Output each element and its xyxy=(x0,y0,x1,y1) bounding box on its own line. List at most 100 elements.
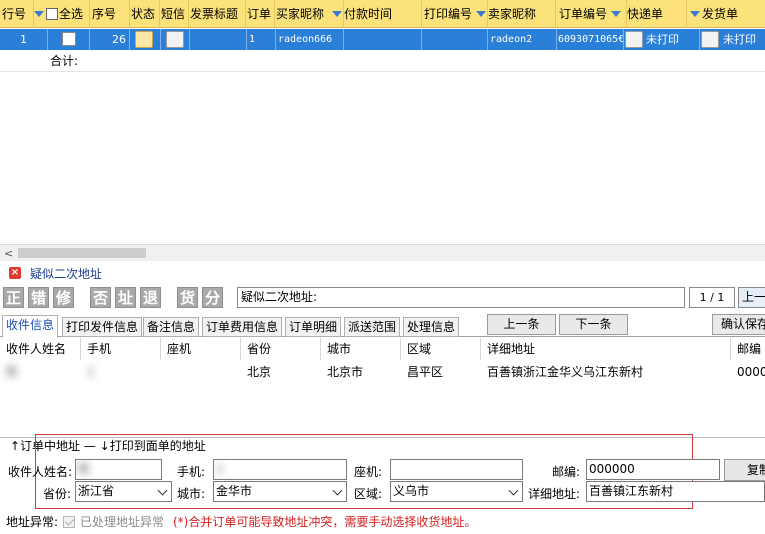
tab-receiver-info[interactable]: 收件信息 xyxy=(2,315,59,338)
col-order-no[interactable]: 订单编号 xyxy=(557,0,627,28)
status-button[interactable] xyxy=(135,31,153,48)
ship-print-button[interactable] xyxy=(701,31,719,48)
col-seq[interactable]: 序号 xyxy=(92,0,130,28)
col-express[interactable]: 快递单 xyxy=(627,0,687,28)
cell-express[interactable]: 未打印 xyxy=(624,29,700,50)
col-province: 省份 xyxy=(241,338,321,360)
next-record-button[interactable]: 下一条 xyxy=(559,314,628,335)
chevron-down-icon[interactable] xyxy=(157,485,168,496)
tab-process-info[interactable]: 处理信息 xyxy=(403,317,460,337)
filter-icon[interactable] xyxy=(611,11,622,17)
mobile-label: 手机: xyxy=(177,465,206,479)
col-zip: 邮编 xyxy=(737,342,762,356)
sms-button[interactable] xyxy=(166,31,184,48)
tool-button-8[interactable]: 分 xyxy=(202,287,223,308)
scroll-left-icon[interactable]: < xyxy=(4,247,13,260)
mobile-field[interactable]: 1 xyxy=(213,459,347,480)
col-order-single[interactable]: 订单 xyxy=(247,0,275,28)
page-indicator: 1 / 1 xyxy=(689,287,735,308)
table-row[interactable]: 1 26 1 radeon666 radeon2 6093071065€ 未打印… xyxy=(0,29,765,50)
prev-suspect-button[interactable]: 上一 xyxy=(738,287,765,308)
zip-label: 邮编: xyxy=(552,465,581,479)
filter-icon[interactable] xyxy=(476,11,487,17)
tab-delivery-range[interactable]: 派送范围 xyxy=(344,317,401,337)
scrollbar-thumb[interactable] xyxy=(18,248,146,258)
cell-buyer-nick: radeon666 xyxy=(276,29,344,50)
col-sms[interactable]: 短信 xyxy=(161,0,189,28)
detail-address-label: 详细地址: xyxy=(528,487,581,501)
chevron-down-icon[interactable] xyxy=(508,485,519,496)
list-item[interactable]: 陈 1 北京 北京市 昌平区 百善镇浙江金华义乌江东新村 00000 xyxy=(0,362,765,382)
cell-status[interactable] xyxy=(130,29,161,50)
district-select[interactable]: 义乌市 xyxy=(390,481,523,502)
tab-order-fee-info[interactable]: 订单费用信息 xyxy=(202,317,283,337)
filter-icon[interactable] xyxy=(690,11,700,17)
row-checkbox[interactable] xyxy=(62,32,76,46)
suspect-address-field[interactable]: 疑似二次地址: xyxy=(237,287,685,308)
cell-checkbox[interactable] xyxy=(48,29,90,50)
landline-field[interactable] xyxy=(390,459,523,480)
cell-order-single: 1 xyxy=(247,29,276,50)
tab-order-detail[interactable]: 订单明细 xyxy=(285,317,342,337)
select-all-checkbox[interactable] xyxy=(46,8,58,20)
district-label: 区域: xyxy=(354,487,383,501)
abnormal-label: 地址异常: xyxy=(6,515,59,529)
col-status[interactable]: 状态 xyxy=(131,0,160,28)
grid-header: 行号 全选 序号 状态 短信 发票标题 订单 买家昵称 付款时间 打印编号 卖家… xyxy=(0,0,765,28)
tool-button-5[interactable]: 址 xyxy=(115,287,136,308)
confirm-save-button[interactable]: 确认保存 xyxy=(712,314,765,335)
city-select[interactable]: 金华市 xyxy=(213,481,347,502)
mobile-value: 1 xyxy=(87,365,95,379)
suspect-address-bar: × 疑似二次地址 xyxy=(0,262,765,284)
filter-icon[interactable] xyxy=(332,11,342,17)
cell-seq: 26 xyxy=(90,29,130,50)
copy-button[interactable]: 复制 xyxy=(724,459,765,481)
handled-checkbox[interactable] xyxy=(63,516,75,528)
tab-remark-info[interactable]: 备注信息 xyxy=(143,317,200,337)
name-field[interactable]: 陈 xyxy=(75,459,162,480)
province-value: 北京 xyxy=(247,365,272,379)
province-label: 省份: xyxy=(43,487,72,501)
col-pay-time[interactable]: 付款时间 xyxy=(332,0,422,28)
col-select-all[interactable]: 全选 xyxy=(34,0,90,28)
tool-button-3[interactable]: 修 xyxy=(53,287,74,308)
tool-button-7[interactable]: 货 xyxy=(177,287,198,308)
detail-tabs: 收件信息 打印发件信息 备注信息 订单费用信息 订单明细 派送范围 处理信息 上… xyxy=(0,313,765,338)
horizontal-scrollbar[interactable]: < xyxy=(0,244,765,261)
tab-print-sender-info[interactable]: 打印发件信息 xyxy=(62,317,143,337)
prev-record-button[interactable]: 上一条 xyxy=(487,314,556,335)
col-seller-nick[interactable]: 卖家昵称 xyxy=(488,0,556,28)
name-label: 收件人姓名: xyxy=(8,465,73,479)
address-legend: ↑订单中地址 — ↓打印到面单的地址 xyxy=(10,439,206,453)
suspect-title: 疑似二次地址 xyxy=(30,267,103,281)
total-label: 合计: xyxy=(50,54,79,68)
province-select[interactable]: 浙江省 xyxy=(75,481,172,502)
city-value: 北京市 xyxy=(327,365,364,379)
chevron-down-icon[interactable] xyxy=(332,485,343,496)
cell-ship[interactable]: 未打印 xyxy=(700,29,765,50)
tool-button-1[interactable]: 正 xyxy=(3,287,24,308)
col-row-no[interactable]: 行号 xyxy=(2,0,34,28)
receiver-name-value: 陈 xyxy=(6,365,19,379)
col-mobile: 手机 xyxy=(81,338,161,360)
tool-button-2[interactable]: 错 xyxy=(28,287,49,308)
filter-icon[interactable] xyxy=(34,11,44,17)
close-icon[interactable]: × xyxy=(9,267,21,279)
order-grid: 行号 全选 序号 状态 短信 发票标题 订单 买家昵称 付款时间 打印编号 卖家… xyxy=(0,0,765,245)
col-invoice-title[interactable]: 发票标题 xyxy=(190,0,246,28)
detail-address-field[interactable]: 百善镇江东新村 xyxy=(586,481,765,502)
tool-button-4[interactable]: 否 xyxy=(90,287,111,308)
col-print-no[interactable]: 打印编号 xyxy=(422,0,488,28)
cell-sms[interactable] xyxy=(161,29,190,50)
tool-button-6[interactable]: 退 xyxy=(140,287,161,308)
col-city: 城市 xyxy=(321,338,401,360)
warning-text: (*)合并订单可能导致地址冲突，需要手动选择收货地址。 xyxy=(173,515,477,529)
cell-order-no: 6093071065€ xyxy=(557,29,624,50)
zip-value: 00000 xyxy=(737,365,765,379)
district-value: 昌平区 xyxy=(407,365,444,379)
col-ship[interactable]: 发货单 xyxy=(688,0,765,28)
zip-field[interactable]: 000000 xyxy=(586,459,720,480)
express-print-button[interactable] xyxy=(625,31,643,48)
cell-invoice-title xyxy=(190,29,247,50)
col-address: 详细地址 xyxy=(481,338,731,360)
